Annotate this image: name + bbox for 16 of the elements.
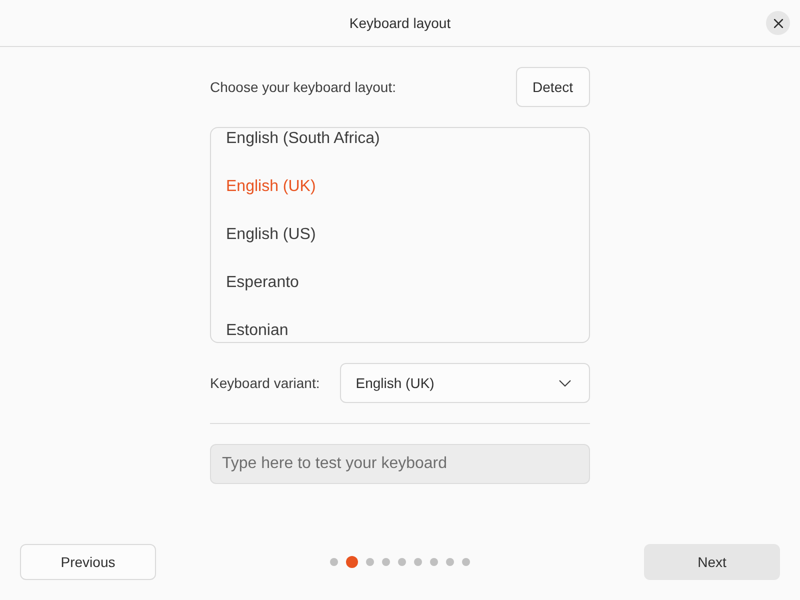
layout-list-item[interactable]: English (UK) xyxy=(226,177,316,197)
variant-dropdown[interactable]: English (UK) xyxy=(340,363,590,403)
layout-prompt: Choose your keyboard layout: xyxy=(210,79,396,95)
layout-list-item[interactable]: Esperanto xyxy=(226,273,299,293)
layout-list-item[interactable]: English (US) xyxy=(226,225,316,245)
keyboard-test-field[interactable]: Type here to test your keyboard xyxy=(210,444,590,484)
close-button[interactable] xyxy=(766,11,790,35)
detect-button[interactable]: Detect xyxy=(516,67,590,107)
layout-list-item[interactable]: English (South Africa) xyxy=(226,129,380,149)
window-title: Keyboard layout xyxy=(349,15,451,31)
next-button[interactable]: Next xyxy=(644,544,780,580)
variant-label: Keyboard variant: xyxy=(210,375,320,391)
previous-button[interactable]: Previous xyxy=(20,544,156,580)
layout-list-item[interactable]: Estonian xyxy=(226,321,288,341)
close-icon xyxy=(774,18,782,28)
chevron-down-icon xyxy=(559,380,571,386)
